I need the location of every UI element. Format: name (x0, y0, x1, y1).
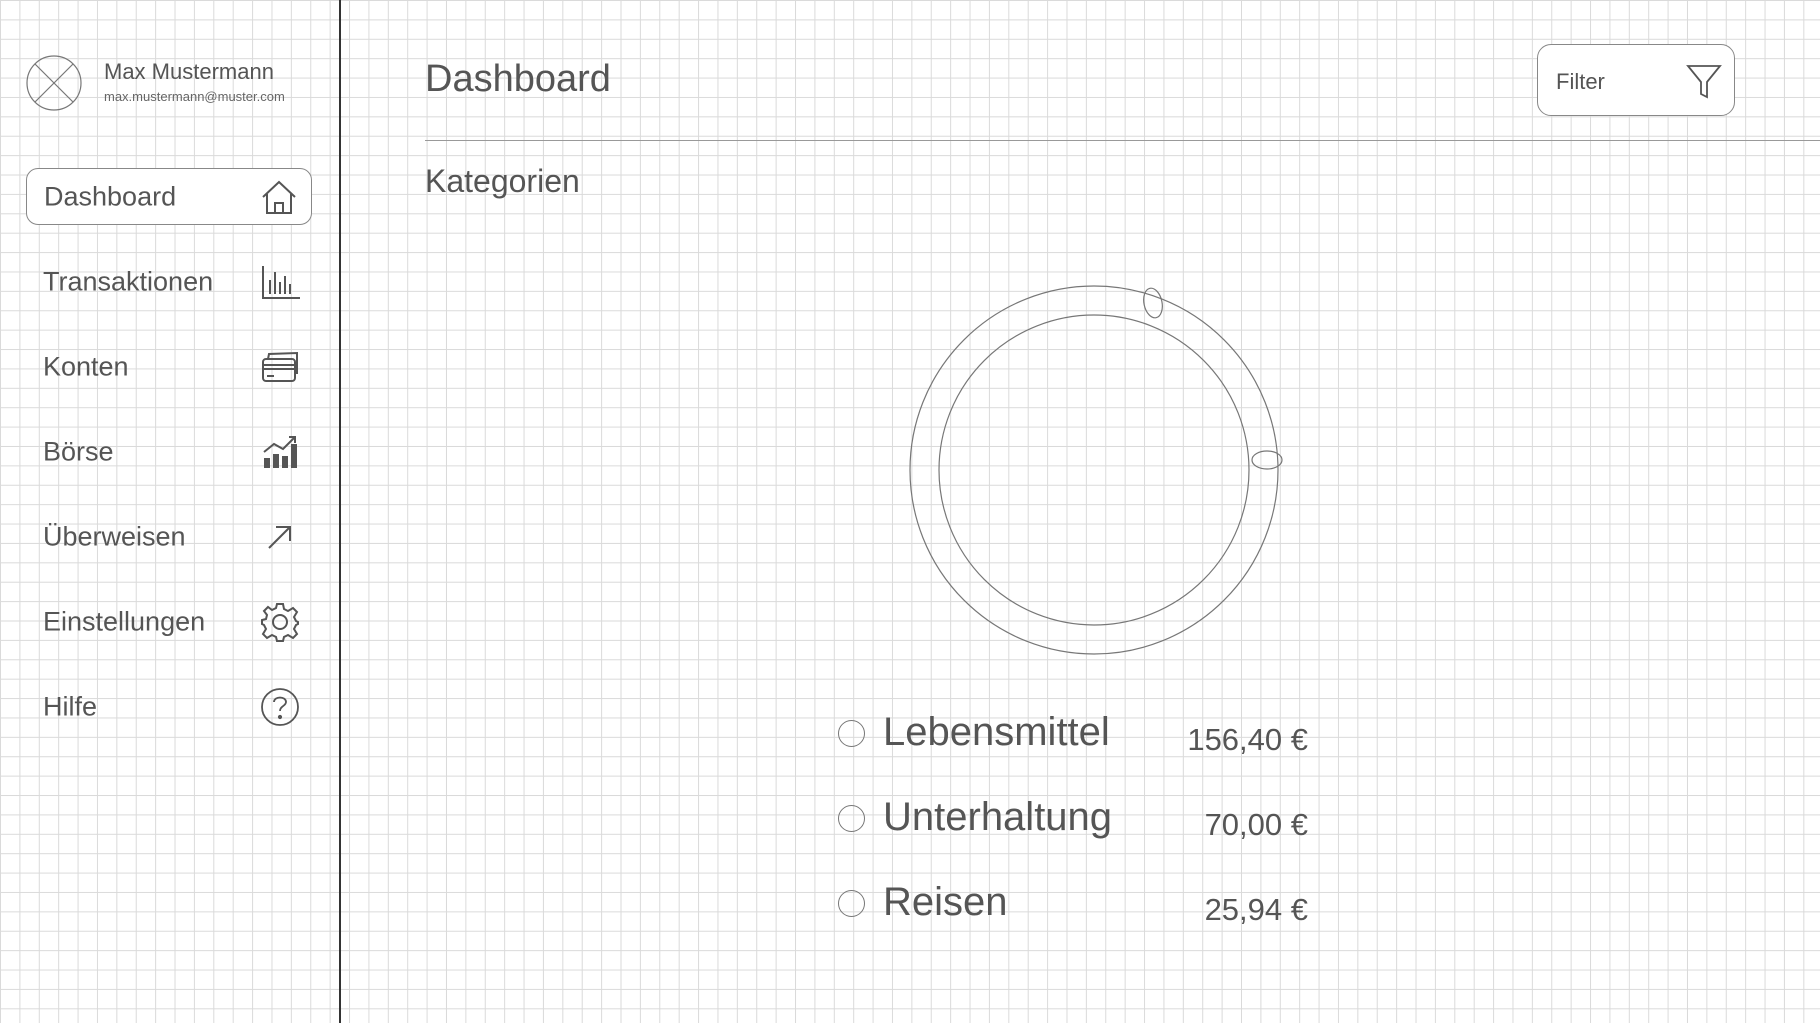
legend-item[interactable]: Reisen 25,94 € (838, 880, 1308, 965)
legend-amount: 156,40 € (1187, 722, 1308, 757)
filter-button[interactable]: Filter (1537, 44, 1735, 116)
filter-label: Filter (1556, 69, 1605, 94)
sidebar-item-label: Dashboard (44, 181, 177, 211)
header-divider (425, 140, 1820, 141)
category-legend: Lebensmittel 156,40 € Unterhaltung 70,00… (838, 710, 1308, 965)
legend-item[interactable]: Lebensmittel 156,40 € (838, 710, 1308, 795)
sidebar-item-label: Transaktionen (43, 266, 214, 296)
legend-name: Unterhaltung (883, 795, 1113, 839)
sidebar-item-boerse[interactable]: Börse (26, 423, 312, 480)
user-profile[interactable]: Max Mustermann max.mustermann@muster.com (26, 55, 326, 115)
gear-icon (258, 600, 302, 644)
legend-amount: 70,00 € (1204, 807, 1308, 842)
sidebar: Max Mustermann max.mustermann@muster.com… (0, 0, 341, 1023)
stock-chart-icon (258, 430, 302, 474)
legend-amount: 25,94 € (1204, 892, 1308, 927)
sidebar-item-label: Börse (43, 436, 114, 466)
category-donut-chart[interactable] (894, 270, 1294, 670)
sidebar-item-label: Überweisen (43, 521, 186, 551)
home-icon (257, 175, 301, 219)
sidebar-item-dashboard[interactable]: Dashboard (26, 168, 312, 225)
sidebar-item-transaktionen[interactable]: Transaktionen (26, 253, 312, 310)
legend-radio[interactable] (838, 720, 865, 747)
legend-name: Lebensmittel (883, 710, 1110, 754)
sidebar-item-label: Einstellungen (43, 606, 206, 636)
credit-card-icon (258, 345, 302, 389)
main-content: Dashboard Filter Kategorien Lebensmittel… (341, 0, 1820, 1023)
section-title: Kategorien (425, 163, 580, 199)
arrow-up-right-icon (258, 515, 302, 559)
legend-radio[interactable] (838, 805, 865, 832)
page-title: Dashboard (425, 58, 611, 100)
sidebar-nav: Dashboard Transaktionen Konten Börse Übe… (26, 168, 312, 763)
sidebar-item-hilfe[interactable]: Hilfe (26, 678, 312, 735)
sidebar-item-ueberweisen[interactable]: Überweisen (26, 508, 312, 565)
sidebar-item-konten[interactable]: Konten (26, 338, 312, 395)
legend-item[interactable]: Unterhaltung 70,00 € (838, 795, 1308, 880)
bar-chart-icon (258, 260, 302, 304)
sidebar-item-einstellungen[interactable]: Einstellungen (26, 593, 312, 650)
sidebar-item-label: Konten (43, 351, 129, 381)
legend-name: Reisen (883, 880, 1008, 924)
user-email: max.mustermann@muster.com (104, 89, 285, 104)
sidebar-item-label: Hilfe (43, 691, 98, 721)
legend-radio[interactable] (838, 890, 865, 917)
help-icon (258, 685, 302, 729)
funnel-icon (1686, 65, 1722, 99)
avatar[interactable] (26, 55, 82, 111)
user-name: Max Mustermann (104, 59, 274, 84)
